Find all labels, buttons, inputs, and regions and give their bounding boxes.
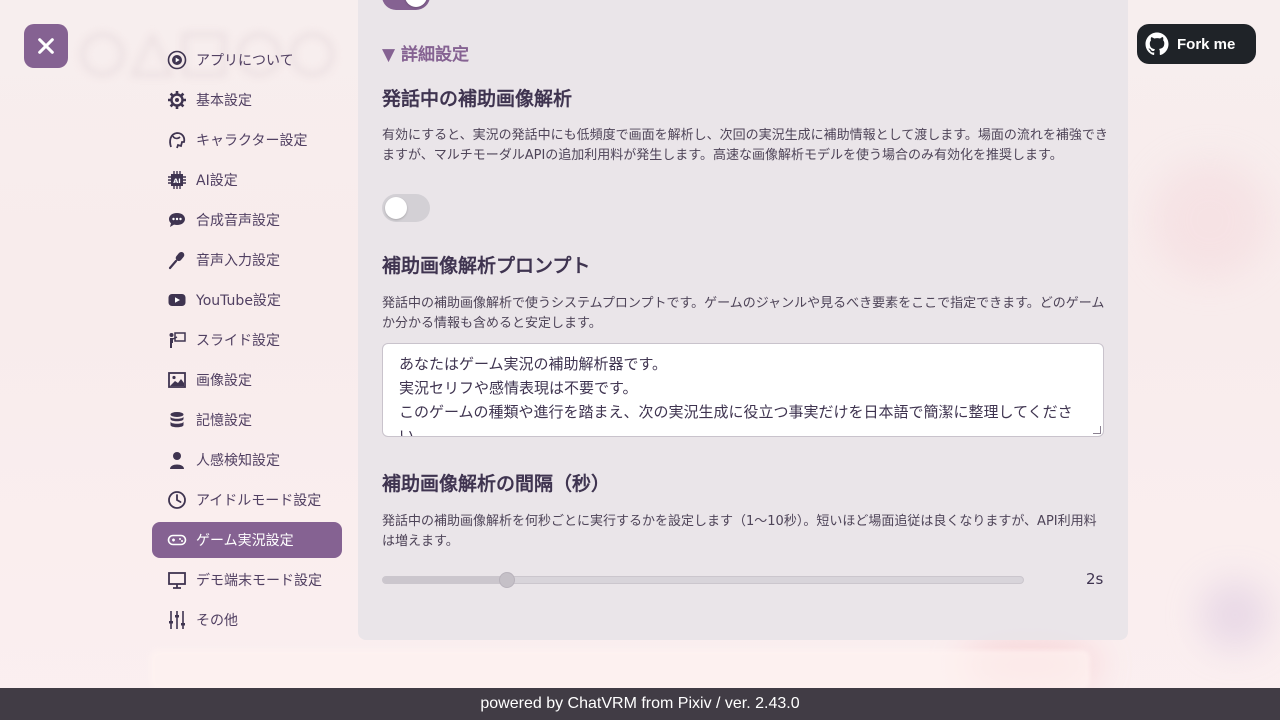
sidebar-item-ai[interactable]: AI AI設定 xyxy=(152,162,342,198)
microphone-icon xyxy=(166,249,188,271)
sidebar-item-tts[interactable]: 合成音声設定 xyxy=(152,202,342,238)
ai-chip-icon: AI xyxy=(166,169,188,191)
gear-icon xyxy=(166,89,188,111)
sidebar-item-youtube[interactable]: YouTube設定 xyxy=(152,282,342,318)
clock-icon xyxy=(166,489,188,511)
speech-bubble-icon xyxy=(166,209,188,231)
footer-text: powered by ChatVRM from Pixiv / ver. 2.4… xyxy=(480,695,800,712)
presenter-icon xyxy=(166,329,188,351)
sidebar-item-about[interactable]: アプリについて xyxy=(152,42,342,78)
resize-handle[interactable] xyxy=(1093,426,1101,434)
sidebar-item-label: ゲーム実況設定 xyxy=(196,533,294,549)
sidebar-item-label: キャラクター設定 xyxy=(196,133,308,149)
sidebar-item-label: 人感検知設定 xyxy=(196,453,280,469)
toggle-knob xyxy=(385,197,407,219)
sidebar-item-label: 基本設定 xyxy=(196,93,252,109)
settings-panel: ▼ 詳細設定 発話中の補助画像解析 有効にすると、実況の発話中にも低頻度で画面を… xyxy=(358,0,1128,640)
toggle-knob xyxy=(405,0,427,7)
sidebar-item-label: スライド設定 xyxy=(196,333,280,349)
sliders-icon xyxy=(166,609,188,631)
assist-interval-description: 発話中の補助画像解析を何秒ごとに実行するかを設定します（1〜10秒）。短いほど場… xyxy=(382,514,1097,549)
background-blob xyxy=(1150,160,1270,280)
close-settings-button[interactable] xyxy=(24,24,68,68)
database-icon xyxy=(166,409,188,431)
github-icon xyxy=(1145,32,1169,56)
settings-sidebar: アプリについて 基本設定 キャラクター設定 AI AI設定 合成音声設定 音声入… xyxy=(152,42,342,642)
image-icon xyxy=(166,369,188,391)
monitor-icon xyxy=(166,569,188,591)
character-icon xyxy=(166,129,188,151)
sidebar-item-label: デモ端末モード設定 xyxy=(196,573,322,589)
background-blob xyxy=(1200,580,1270,650)
sidebar-item-image[interactable]: 画像設定 xyxy=(152,362,342,398)
slider-fill xyxy=(383,577,507,583)
advanced-settings-header[interactable]: ▼ 詳細設定 xyxy=(382,40,469,65)
sidebar-item-label: YouTube設定 xyxy=(196,293,281,309)
sidebar-item-character[interactable]: キャラクター設定 xyxy=(152,122,342,158)
assist-interval-value: 2s xyxy=(1086,570,1104,588)
youtube-icon xyxy=(166,289,188,311)
sidebar-item-presence[interactable]: 人感検知設定 xyxy=(152,442,342,478)
sidebar-item-label: 画像設定 xyxy=(196,373,252,389)
background-chat-bar xyxy=(150,650,1090,690)
assist-prompt-title: 補助画像解析プロンプト xyxy=(382,255,591,277)
fork-me-label: Fork me xyxy=(1177,35,1236,53)
assist-interval-slider[interactable] xyxy=(382,572,1024,588)
sidebar-item-slide[interactable]: スライド設定 xyxy=(152,322,342,358)
sidebar-item-basic[interactable]: 基本設定 xyxy=(152,82,342,118)
assist-analysis-title: 発話中の補助画像解析 xyxy=(382,88,573,110)
sidebar-item-game-commentary[interactable]: ゲーム実況設定 xyxy=(152,522,342,558)
footer-bar: powered by ChatVRM from Pixiv / ver. 2.4… xyxy=(0,688,1280,720)
sidebar-item-other[interactable]: その他 xyxy=(152,602,342,638)
assist-prompt-value: あなたはゲーム実況の補助解析器です。 実況セリフや感情表現は不要です。 このゲー… xyxy=(399,355,1073,437)
sidebar-item-voice-input[interactable]: 音声入力設定 xyxy=(152,242,342,278)
game-commentary-toggle[interactable] xyxy=(382,0,430,10)
sidebar-item-label: アイドルモード設定 xyxy=(196,493,322,509)
svg-text:AI: AI xyxy=(173,177,180,185)
assist-interval-title: 補助画像解析の間隔（秒） xyxy=(382,473,611,495)
fork-me-button[interactable]: Fork me xyxy=(1137,24,1256,64)
sidebar-item-memory[interactable]: 記憶設定 xyxy=(152,402,342,438)
close-icon xyxy=(38,38,54,54)
sidebar-item-idle[interactable]: アイドルモード設定 xyxy=(152,482,342,518)
slider-thumb[interactable] xyxy=(498,572,515,588)
sidebar-item-label: 記憶設定 xyxy=(196,413,252,429)
sidebar-item-label: AI設定 xyxy=(196,173,238,189)
person-icon xyxy=(166,449,188,471)
sidebar-item-label: 音声入力設定 xyxy=(196,253,280,269)
assist-analysis-toggle[interactable] xyxy=(382,194,430,222)
assist-analysis-description: 有効にすると、実況の発話中にも低頻度で画面を解析し、次回の実況生成に補助情報とし… xyxy=(382,128,1108,163)
sidebar-item-label: その他 xyxy=(196,613,238,629)
sidebar-item-label: 合成音声設定 xyxy=(196,213,280,229)
play-circle-icon xyxy=(166,49,188,71)
sidebar-item-demo-terminal[interactable]: デモ端末モード設定 xyxy=(152,562,342,598)
assist-prompt-description: 発話中の補助画像解析で使うシステムプロンプトです。ゲームのジャンルや見るべき要素… xyxy=(382,296,1105,331)
assist-prompt-textarea[interactable]: あなたはゲーム実況の補助解析器です。 実況セリフや感情表現は不要です。 このゲー… xyxy=(382,343,1104,437)
sidebar-item-label: アプリについて xyxy=(196,53,294,69)
gamepad-icon xyxy=(166,529,188,551)
